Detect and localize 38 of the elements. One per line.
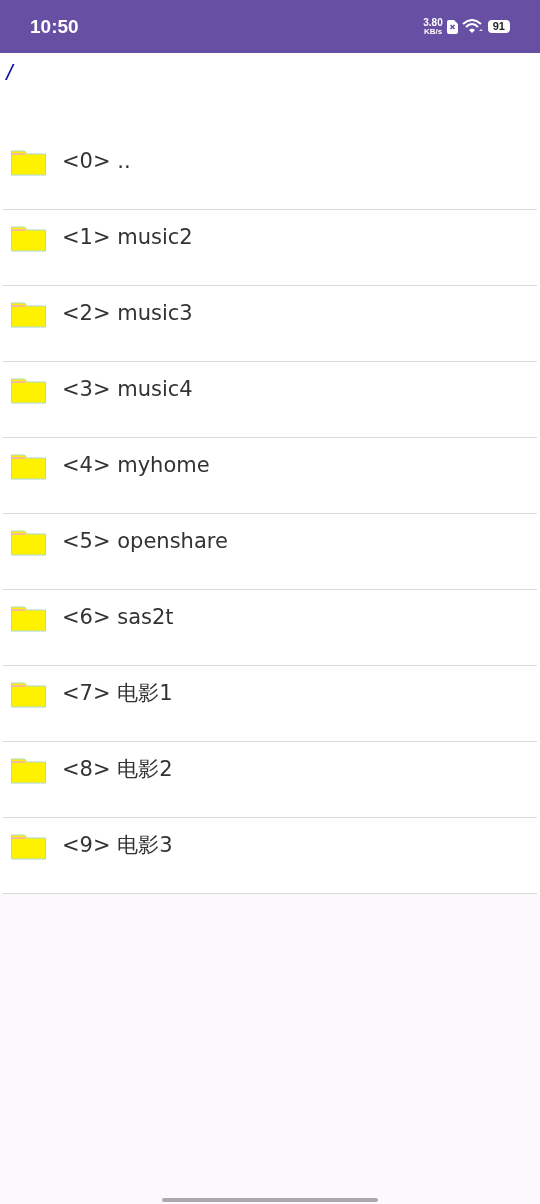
battery-level: 91 [487, 20, 510, 33]
folder-icon [11, 453, 46, 480]
folder-icon [11, 149, 46, 176]
folder-row[interactable]: <4> myhome [3, 438, 537, 514]
folder-row[interactable]: <8> 电影2 [3, 742, 537, 818]
folder-name: <7> 电影1 [62, 680, 173, 707]
current-path: / [3, 58, 18, 85]
network-speed: 3.80 [423, 17, 443, 27]
clock: 10:50 [30, 15, 79, 38]
folder-icon [11, 605, 46, 632]
home-indicator[interactable] [162, 1198, 378, 1202]
folder-name: <5> openshare [62, 528, 228, 555]
folder-name: <8> 电影2 [62, 756, 173, 783]
folder-row[interactable]: <9> 电影3 [3, 818, 537, 894]
folder-name: <4> myhome [62, 452, 210, 479]
folder-name: <0> .. [62, 148, 131, 175]
folder-row[interactable]: <3> music4 [3, 362, 537, 438]
folder-icon [11, 833, 46, 860]
folder-name: <9> 电影3 [62, 832, 173, 859]
folder-icon [11, 681, 46, 708]
folder-row[interactable]: <2> music3 [3, 286, 537, 362]
folder-icon [11, 529, 46, 556]
folder-icon [11, 377, 46, 404]
folder-name: <1> music2 [62, 224, 193, 251]
folder-row[interactable]: <0> .. [3, 134, 537, 210]
folder-row[interactable]: <6> sas2t [3, 590, 537, 666]
folder-row[interactable]: <5> openshare [3, 514, 537, 590]
folder-icon [11, 301, 46, 328]
folder-row[interactable]: <7> 电影1 [3, 666, 537, 742]
wifi-icon [461, 19, 484, 34]
folder-name: <3> music4 [62, 376, 193, 403]
folder-row[interactable]: <1> music2 [3, 210, 537, 286]
folder-icon [11, 225, 46, 252]
folder-icon [11, 757, 46, 784]
sim-card-icon [446, 19, 458, 34]
folder-name: <2> music3 [62, 300, 193, 327]
folder-name: <6> sas2t [62, 604, 174, 631]
network-speed-unit: KB/s [423, 26, 443, 36]
